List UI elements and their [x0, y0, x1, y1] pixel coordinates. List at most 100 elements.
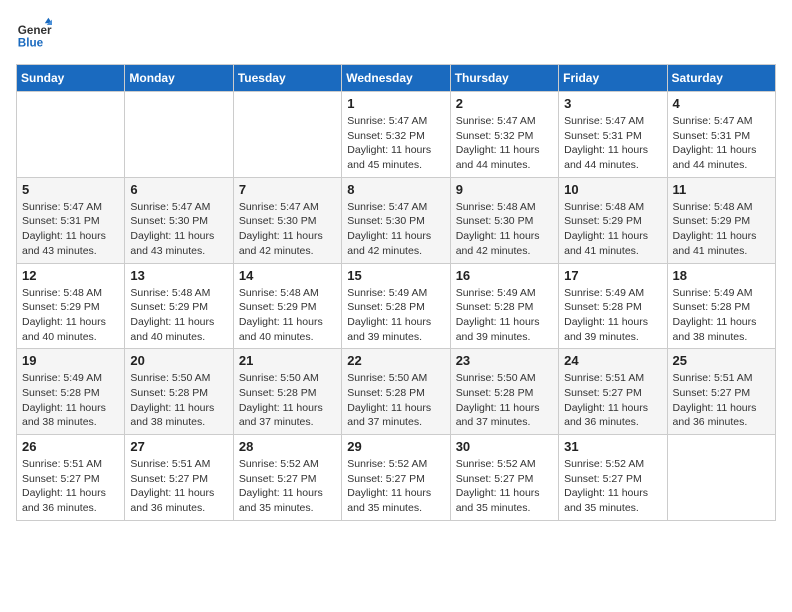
day-number: 15	[347, 268, 444, 283]
day-info: Sunrise: 5:47 AMSunset: 5:31 PMDaylight:…	[564, 114, 661, 173]
day-number: 28	[239, 439, 336, 454]
calendar-cell: 1 Sunrise: 5:47 AMSunset: 5:32 PMDaylight…	[342, 92, 450, 178]
day-info: Sunrise: 5:49 AMSunset: 5:28 PMDaylight:…	[673, 286, 770, 345]
calendar-cell: 19Sunrise: 5:49 AMSunset: 5:28 PMDayligh…	[17, 349, 125, 435]
day-number: 14	[239, 268, 336, 283]
day-number: 30	[456, 439, 553, 454]
calendar-cell: 20 Sunrise: 5:50 AMSunset: 5:28 PMDayligh…	[125, 349, 233, 435]
calendar-cell: 7Sunrise: 5:47 AMSunset: 5:30 PMDaylight…	[233, 177, 341, 263]
day-number: 8	[347, 182, 444, 197]
day-number: 1	[347, 96, 444, 111]
calendar-cell	[667, 435, 775, 521]
calendar-cell: 30 Sunrise: 5:52 AMSunset: 5:27 PMDayligh…	[450, 435, 558, 521]
day-number: 4	[673, 96, 770, 111]
calendar-week-row: 1 Sunrise: 5:47 AMSunset: 5:32 PMDaylight…	[17, 92, 776, 178]
calendar-cell: 15 Sunrise: 5:49 AMSunset: 5:28 PMDayligh…	[342, 263, 450, 349]
calendar-week-row: 5 Sunrise: 5:47 AMSunset: 5:31 PMDaylight…	[17, 177, 776, 263]
day-number: 17	[564, 268, 661, 283]
day-number: 20	[130, 353, 227, 368]
day-number: 22	[347, 353, 444, 368]
day-number: 29	[347, 439, 444, 454]
calendar-cell: 21Sunrise: 5:50 AMSunset: 5:28 PMDayligh…	[233, 349, 341, 435]
day-info: Sunrise: 5:48 AMSunset: 5:30 PMDaylight:…	[456, 200, 553, 259]
calendar-week-row: 12 Sunrise: 5:48 AMSunset: 5:29 PMDayligh…	[17, 263, 776, 349]
weekday-header-monday: Monday	[125, 65, 233, 92]
day-info: Sunrise: 5:50 AMSunset: 5:28 PMDaylight:…	[239, 371, 336, 430]
day-info: Sunrise: 5:47 AMSunset: 5:31 PMDaylight:…	[673, 114, 770, 173]
calendar-cell: 29 Sunrise: 5:52 AMSunset: 5:27 PMDayligh…	[342, 435, 450, 521]
page-header: General Blue	[16, 16, 776, 52]
day-number: 27	[130, 439, 227, 454]
calendar-table: SundayMondayTuesdayWednesdayThursdayFrid…	[16, 64, 776, 521]
logo: General Blue	[16, 16, 52, 52]
calendar-cell: 22 Sunrise: 5:50 AMSunset: 5:28 PMDayligh…	[342, 349, 450, 435]
calendar-cell: 28 Sunrise: 5:52 AMSunset: 5:27 PMDayligh…	[233, 435, 341, 521]
weekday-header-wednesday: Wednesday	[342, 65, 450, 92]
calendar-cell: 18Sunrise: 5:49 AMSunset: 5:28 PMDayligh…	[667, 263, 775, 349]
calendar-cell: 31 Sunrise: 5:52 AMSunset: 5:27 PMDayligh…	[559, 435, 667, 521]
day-info: Sunrise: 5:49 AMSunset: 5:28 PMDaylight:…	[347, 286, 444, 345]
day-info: Sunrise: 5:52 AMSunset: 5:27 PMDaylight:…	[564, 457, 661, 516]
calendar-cell: 3 Sunrise: 5:47 AMSunset: 5:31 PMDaylight…	[559, 92, 667, 178]
calendar-cell: 27 Sunrise: 5:51 AMSunset: 5:27 PMDayligh…	[125, 435, 233, 521]
calendar-cell: 17 Sunrise: 5:49 AMSunset: 5:28 PMDayligh…	[559, 263, 667, 349]
day-info: Sunrise: 5:47 AMSunset: 5:30 PMDaylight:…	[239, 200, 336, 259]
day-info: Sunrise: 5:48 AMSunset: 5:29 PMDaylight:…	[564, 200, 661, 259]
calendar-cell: 23 Sunrise: 5:50 AMSunset: 5:28 PMDayligh…	[450, 349, 558, 435]
day-info: Sunrise: 5:48 AMSunset: 5:29 PMDaylight:…	[22, 286, 119, 345]
day-info: Sunrise: 5:48 AMSunset: 5:29 PMDaylight:…	[130, 286, 227, 345]
day-info: Sunrise: 5:52 AMSunset: 5:27 PMDaylight:…	[239, 457, 336, 516]
calendar-cell: 12 Sunrise: 5:48 AMSunset: 5:29 PMDayligh…	[17, 263, 125, 349]
calendar-cell: 16Sunrise: 5:49 AMSunset: 5:28 PMDayligh…	[450, 263, 558, 349]
day-info: Sunrise: 5:52 AMSunset: 5:27 PMDaylight:…	[456, 457, 553, 516]
weekday-header-sunday: Sunday	[17, 65, 125, 92]
day-info: Sunrise: 5:51 AMSunset: 5:27 PMDaylight:…	[564, 371, 661, 430]
day-number: 16	[456, 268, 553, 283]
day-number: 2	[456, 96, 553, 111]
day-info: Sunrise: 5:50 AMSunset: 5:28 PMDaylight:…	[456, 371, 553, 430]
day-info: Sunrise: 5:47 AMSunset: 5:30 PMDaylight:…	[130, 200, 227, 259]
day-number: 9	[456, 182, 553, 197]
day-info: Sunrise: 5:50 AMSunset: 5:28 PMDaylight:…	[130, 371, 227, 430]
calendar-cell	[125, 92, 233, 178]
day-info: Sunrise: 5:49 AMSunset: 5:28 PMDaylight:…	[564, 286, 661, 345]
day-info: Sunrise: 5:52 AMSunset: 5:27 PMDaylight:…	[347, 457, 444, 516]
day-info: Sunrise: 5:47 AMSunset: 5:32 PMDaylight:…	[456, 114, 553, 173]
calendar-cell: 5 Sunrise: 5:47 AMSunset: 5:31 PMDaylight…	[17, 177, 125, 263]
calendar-cell: 25Sunrise: 5:51 AMSunset: 5:27 PMDayligh…	[667, 349, 775, 435]
day-number: 12	[22, 268, 119, 283]
svg-text:Blue: Blue	[18, 37, 44, 50]
day-number: 10	[564, 182, 661, 197]
calendar-cell: 26Sunrise: 5:51 AMSunset: 5:27 PMDayligh…	[17, 435, 125, 521]
calendar-cell: 2 Sunrise: 5:47 AMSunset: 5:32 PMDaylight…	[450, 92, 558, 178]
day-info: Sunrise: 5:48 AMSunset: 5:29 PMDaylight:…	[239, 286, 336, 345]
calendar-cell: 6 Sunrise: 5:47 AMSunset: 5:30 PMDaylight…	[125, 177, 233, 263]
day-number: 11	[673, 182, 770, 197]
day-info: Sunrise: 5:50 AMSunset: 5:28 PMDaylight:…	[347, 371, 444, 430]
day-number: 5	[22, 182, 119, 197]
day-info: Sunrise: 5:51 AMSunset: 5:27 PMDaylight:…	[673, 371, 770, 430]
calendar-cell: 14 Sunrise: 5:48 AMSunset: 5:29 PMDayligh…	[233, 263, 341, 349]
weekday-header-saturday: Saturday	[667, 65, 775, 92]
day-info: Sunrise: 5:47 AMSunset: 5:30 PMDaylight:…	[347, 200, 444, 259]
day-number: 6	[130, 182, 227, 197]
day-number: 23	[456, 353, 553, 368]
day-number: 3	[564, 96, 661, 111]
svg-text:General: General	[18, 24, 52, 37]
calendar-cell: 24Sunrise: 5:51 AMSunset: 5:27 PMDayligh…	[559, 349, 667, 435]
day-number: 31	[564, 439, 661, 454]
logo-icon: General Blue	[16, 16, 52, 52]
calendar-cell: 13 Sunrise: 5:48 AMSunset: 5:29 PMDayligh…	[125, 263, 233, 349]
weekday-header-tuesday: Tuesday	[233, 65, 341, 92]
calendar-cell: 8 Sunrise: 5:47 AMSunset: 5:30 PMDaylight…	[342, 177, 450, 263]
weekday-header-row: SundayMondayTuesdayWednesdayThursdayFrid…	[17, 65, 776, 92]
weekday-header-thursday: Thursday	[450, 65, 558, 92]
day-number: 13	[130, 268, 227, 283]
day-info: Sunrise: 5:47 AMSunset: 5:32 PMDaylight:…	[347, 114, 444, 173]
calendar-week-row: 26Sunrise: 5:51 AMSunset: 5:27 PMDayligh…	[17, 435, 776, 521]
day-info: Sunrise: 5:51 AMSunset: 5:27 PMDaylight:…	[130, 457, 227, 516]
day-info: Sunrise: 5:51 AMSunset: 5:27 PMDaylight:…	[22, 457, 119, 516]
day-info: Sunrise: 5:47 AMSunset: 5:31 PMDaylight:…	[22, 200, 119, 259]
day-info: Sunrise: 5:48 AMSunset: 5:29 PMDaylight:…	[673, 200, 770, 259]
calendar-cell	[233, 92, 341, 178]
